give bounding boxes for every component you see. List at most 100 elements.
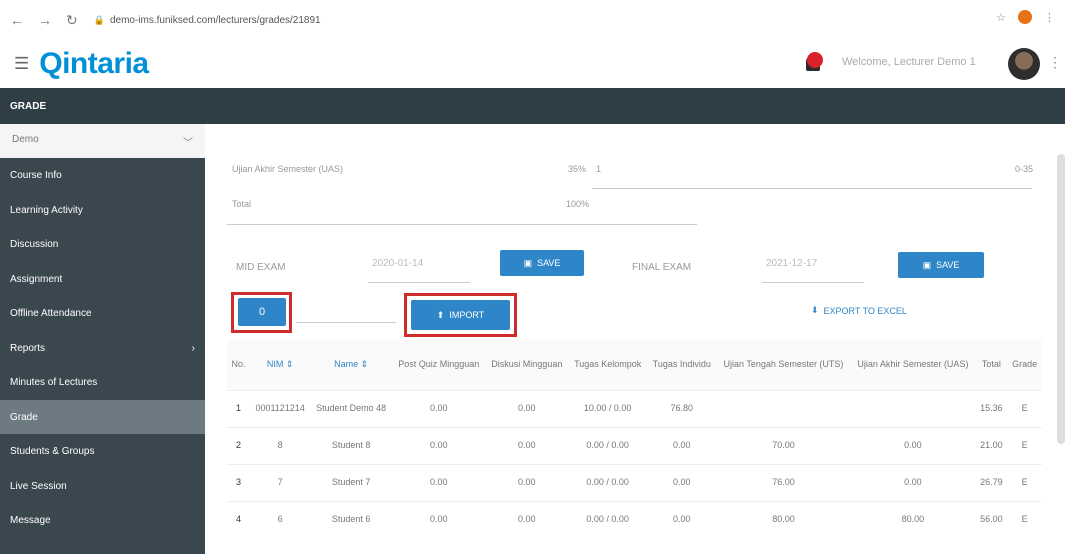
col-grade: Grade [1012, 359, 1038, 370]
hamburger-menu-icon[interactable]: ☰ [14, 54, 29, 74]
cell-name: Student 8 [310, 426, 393, 464]
cell-post-quiz: 0.00 [392, 500, 486, 538]
total-divider [227, 224, 697, 225]
cell-tugas-kelompok: 0.00 / 0.00 [568, 463, 648, 501]
sidebar-item-students-groups[interactable]: Students & Groups [0, 434, 205, 469]
cell-nim: 6 [250, 500, 311, 538]
uas-weight-range: 0-35 [1015, 164, 1034, 174]
import-button[interactable]: ⬆ IMPORT [411, 300, 510, 330]
cell-grade: E [1007, 463, 1042, 501]
sidebar-item-offline-attendance[interactable]: Offline Attendance [0, 296, 205, 331]
sidebar-item-label: Discussion [10, 239, 59, 250]
export-to-excel-link[interactable]: ⬇ EXPORT TO EXCEL [811, 305, 907, 316]
sidebar-item-label: Offline Attendance [10, 308, 92, 319]
browser-toolbar: ← → ↻ 🔒 demo-ims.funiksed.com/lecturers/… [0, 0, 1065, 40]
browser-actions: ☆ ⋮ [996, 10, 1055, 24]
export-label: EXPORT TO EXCEL [823, 305, 907, 316]
download-icon: ⬇ [811, 305, 819, 315]
star-icon[interactable]: ☆ [996, 11, 1006, 24]
col-nim[interactable]: NIM ⇕ [250, 340, 310, 390]
url-text[interactable]: demo-ims.funiksed.com/lecturers/grades/2… [110, 15, 321, 26]
col-tugas-kelompok: Tugas Kelompok [574, 359, 642, 370]
cell-total: 15.36 [975, 389, 1008, 427]
chevron-down-icon: ﹀ [183, 138, 193, 149]
uas-weight-underline [592, 188, 1032, 189]
lock-icon: 🔒 [93, 14, 105, 25]
app-header: ☰ Qintaria Welcome, Lecturer Demo 1 ⋮ [0, 40, 1065, 88]
uas-weight-input[interactable]: 1 [596, 164, 601, 174]
sidebar-item-assignment[interactable]: Assignment [0, 262, 205, 297]
sidebar-item-discussion[interactable]: Discussion [0, 227, 205, 262]
cell-grade: E [1007, 426, 1042, 464]
sidebar-item-minutes-of-lectures[interactable]: Minutes of Lectures [0, 365, 205, 400]
cell-name: Student 7 [310, 463, 393, 501]
cell-uts [716, 389, 851, 427]
table-header-row: No. NIM ⇕ Name ⇕ Post Quiz Mingguan Disk… [227, 340, 1042, 390]
final-exam-label: FINAL EXAM [632, 262, 692, 273]
cell-post-quiz: 0.00 [392, 426, 486, 464]
zero-button[interactable]: 0 [238, 298, 286, 326]
sidebar-item-label: Live Session [10, 480, 67, 492]
col-total: Total [981, 359, 1001, 370]
sidebar-item-message[interactable]: Message [0, 503, 205, 538]
sidebar-item-label: Assignment [10, 273, 63, 285]
reload-icon[interactable]: ↻ [66, 12, 78, 29]
total-label: Total [232, 199, 252, 209]
notification-bell-icon[interactable] [803, 52, 823, 74]
chevron-right-icon: › [191, 342, 195, 354]
cell-name: Student Demo 48 [310, 389, 393, 427]
sidebar-item-label: Course Info [10, 170, 62, 181]
uas-weight-percent: 35% [568, 164, 587, 174]
sidebar-item-label: Reports [10, 342, 46, 354]
back-arrow-icon[interactable]: ← [10, 12, 24, 29]
address-bar[interactable]: 🔒 demo-ims.funiksed.com/lecturers/grades… [94, 15, 321, 26]
course-select[interactable]: Demo ﹀ [0, 124, 205, 158]
profile-icon[interactable] [1018, 10, 1032, 24]
scrollbar[interactable] [1057, 154, 1065, 444]
import-label: IMPORT [449, 310, 485, 320]
course-select-value: Demo [12, 134, 39, 145]
cell-total: 26.79 [975, 463, 1008, 501]
save-mid-exam-button[interactable]: ▣ SAVE [500, 250, 584, 276]
user-avatar[interactable] [1008, 48, 1040, 80]
sidebar-item-label: Students & Groups [10, 446, 95, 457]
save-label: SAVE [537, 258, 561, 268]
cell-name: Student 6 [310, 500, 393, 538]
sidebar-item-reports[interactable]: Reports › [0, 331, 205, 366]
save-label: SAVE [936, 260, 960, 270]
cell-no: 1 [227, 389, 251, 427]
sidebar-item-label: Learning Activity [10, 204, 83, 216]
col-no: No. [231, 359, 246, 370]
mid-exam-date-input[interactable]: 2020-01-14 [372, 258, 423, 269]
sidebar-item-live-session[interactable]: Live Session [0, 469, 205, 504]
cell-diskusi: 0.00 [485, 500, 569, 538]
upload-icon: ⬆ [436, 309, 445, 320]
app-logo[interactable]: Qintaria [39, 47, 149, 81]
cell-total: 56.00 [975, 500, 1008, 538]
forward-arrow-icon[interactable]: → [38, 12, 52, 29]
cell-no: 4 [227, 500, 251, 538]
user-menu-icon[interactable]: ⋮ [1048, 54, 1062, 71]
cell-uas: 80.00 [850, 500, 976, 538]
sidebar-item-learning-activity[interactable]: Learning Activity [0, 193, 205, 228]
cell-uas: 0.00 [850, 463, 976, 501]
grade-table: No. NIM ⇕ Name ⇕ Post Quiz Mingguan Disk… [227, 340, 1042, 538]
uas-weight-label: Ujian Akhir Semester (UAS) [232, 164, 344, 174]
sidebar-item-label: Message [10, 515, 51, 526]
sidebar-item-label: Grade [10, 411, 38, 423]
cell-grade: E [1007, 500, 1042, 538]
sidebar-item-label: Minutes of Lectures [10, 377, 98, 388]
cell-tugas-individu: 0.00 [647, 463, 717, 501]
browser-menu-icon[interactable]: ⋮ [1044, 11, 1055, 24]
final-exam-date-input[interactable]: 2021-12-17 [766, 258, 817, 269]
sidebar-item-grade[interactable]: Grade [0, 399, 205, 434]
save-icon: ▣ [523, 257, 533, 268]
cell-tugas-kelompok: 0.00 / 0.00 [568, 426, 648, 464]
sidebar-item-course-info[interactable]: Course Info [0, 158, 205, 193]
welcome-text[interactable]: Welcome, Lecturer Demo 1 [842, 56, 976, 68]
cell-tugas-kelompok: 10.00 / 0.00 [568, 389, 648, 427]
cell-tugas-kelompok: 0.00 / 0.00 [568, 500, 648, 538]
save-final-exam-button[interactable]: ▣ SAVE [898, 252, 984, 278]
cell-post-quiz: 0.00 [392, 389, 486, 427]
col-name[interactable]: Name ⇕ [310, 340, 392, 390]
